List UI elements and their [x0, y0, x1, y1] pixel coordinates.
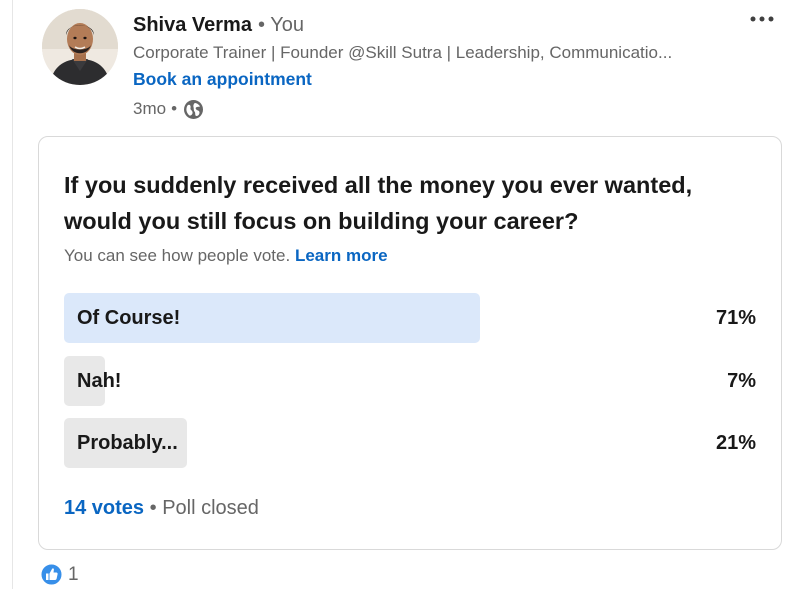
visibility-note-text: You can see how people vote. [64, 246, 291, 265]
poll-option-label: Of Course! [77, 307, 181, 329]
reaction-count: 1 [68, 563, 79, 585]
poll-question: If you suddenly received all the money y… [64, 172, 693, 234]
meta-separator: • [171, 99, 178, 118]
poll-option-of-course[interactable]: Of Course! 71% [64, 293, 758, 343]
avatar-photo [42, 9, 118, 85]
globe-icon [183, 99, 204, 120]
post-meta: 3mo • [133, 98, 204, 120]
more-horizontal-icon [750, 16, 774, 22]
poll-footer: 14 votes • Poll closed [64, 497, 259, 520]
poll-status: Poll closed [162, 497, 259, 519]
poll-option-percent: 7% [727, 370, 756, 392]
poll-option-nah[interactable]: Nah! 7% [64, 356, 758, 406]
author-avatar[interactable] [42, 9, 118, 85]
learn-more-link[interactable]: Learn more [295, 246, 388, 265]
poll-option-percent: 71% [715, 307, 756, 329]
feed-left-border [12, 0, 13, 589]
you-badge: • You [258, 14, 304, 36]
more-options-button[interactable] [744, 6, 780, 32]
vote-visibility-note: You can see how people vote. Learn more [64, 246, 388, 266]
poll-option-probably[interactable]: Probably... 21% [64, 418, 758, 468]
poll-option-label: Probably... [77, 432, 178, 454]
book-appointment-link[interactable]: Book an appointment [133, 69, 312, 90]
author-headline: Corporate Trainer | Founder @Skill Sutra… [133, 43, 673, 62]
footer-separator: • [149, 497, 157, 519]
reactions-summary[interactable]: 1 [40, 563, 79, 586]
author-name[interactable]: Shiva Verma [133, 14, 252, 37]
like-icon [40, 563, 63, 586]
poll-option-percent: 21% [715, 432, 756, 454]
poll-option-label: Nah! [77, 370, 122, 392]
poll-card: If you suddenly received all the money y… [38, 136, 782, 550]
post-time: 3mo [133, 99, 167, 118]
votes-count-link[interactable]: 14 votes [64, 497, 144, 519]
